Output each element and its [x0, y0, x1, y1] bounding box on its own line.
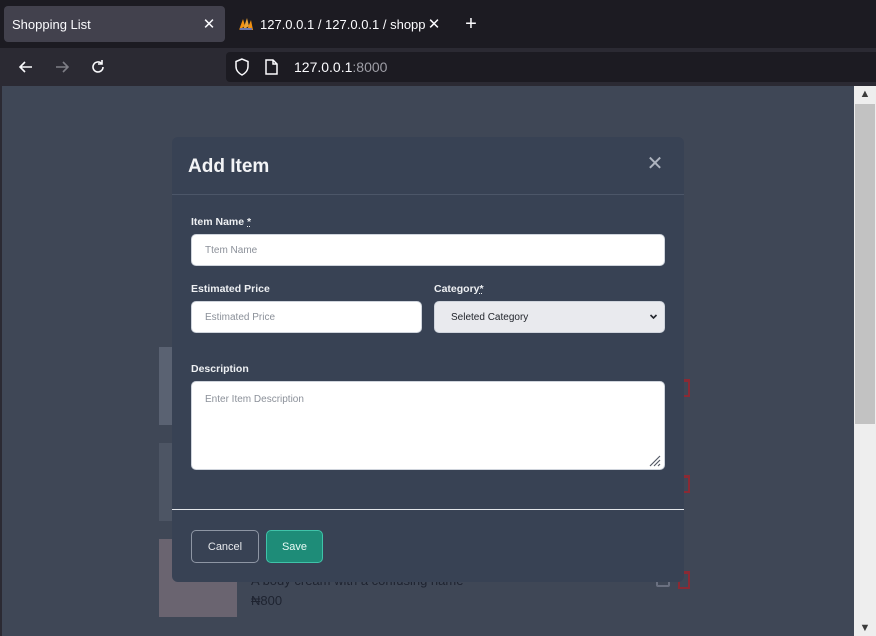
reload-icon[interactable] — [86, 56, 110, 78]
chevron-down-icon — [649, 312, 658, 323]
tab-shopping-list[interactable]: Shopping List ✕ — [4, 6, 225, 42]
shield-icon[interactable] — [234, 58, 252, 76]
label-text: Item Name — [191, 216, 245, 228]
tab-strip: Shopping List ✕ 127.0.0.1 / 127.0.0.1 / … — [0, 0, 876, 48]
description-label: Description — [191, 363, 249, 375]
new-tab-plus-icon[interactable]: + — [461, 14, 481, 34]
estimated-price-label: Estimated Price — [191, 283, 270, 295]
scroll-down-arrow-icon[interactable]: ▼ — [854, 620, 876, 636]
scroll-up-arrow-icon[interactable]: ▲ — [854, 86, 876, 102]
item-price: ₦800 — [251, 593, 283, 608]
item-name-input[interactable] — [191, 234, 665, 266]
required-mark: * — [479, 283, 484, 295]
url-bar[interactable]: 127.0.0.1:8000 — [226, 52, 876, 82]
url-port: :8000 — [352, 59, 388, 75]
category-selected-value: Seleted Category — [451, 311, 529, 323]
scroll-thumb[interactable] — [855, 104, 875, 424]
tab-title: 127.0.0.1 / 127.0.0.1 / shopping_ — [260, 16, 426, 32]
category-label: Category* — [434, 283, 484, 295]
save-button[interactable]: Save — [266, 530, 323, 563]
resize-grip-icon[interactable] — [647, 453, 661, 467]
page-document-icon[interactable] — [264, 58, 282, 76]
tab-phpmyadmin[interactable]: 127.0.0.1 / 127.0.0.1 / shopping_ ✕ — [230, 6, 450, 42]
url-host: 127.0.0.1 — [294, 59, 353, 75]
back-arrow-icon[interactable] — [14, 56, 38, 78]
required-mark: * — [247, 216, 252, 228]
close-tab-icon[interactable]: ✕ — [201, 16, 217, 33]
modal-title: Add Item — [188, 156, 270, 177]
label-text: Category — [434, 283, 480, 295]
close-tab-icon[interactable]: ✕ — [426, 16, 442, 33]
estimated-price-input[interactable] — [191, 301, 422, 333]
phpmyadmin-favicon-icon — [238, 16, 254, 32]
forward-arrow-icon[interactable] — [50, 56, 74, 78]
description-textarea[interactable] — [191, 381, 665, 470]
modal-header: Add Item ✕ — [172, 137, 684, 195]
add-item-modal: Add Item ✕ — [172, 137, 684, 582]
navigation-bar: 127.0.0.1:8000 — [0, 48, 876, 86]
tab-title: Shopping List — [12, 16, 91, 32]
cancel-button[interactable]: Cancel — [191, 530, 259, 563]
item-name-label: Item Name * — [191, 216, 251, 228]
category-select[interactable]: Seleted Category — [434, 301, 665, 333]
modal-footer-divider — [172, 509, 684, 510]
close-icon[interactable]: ✕ — [646, 154, 664, 174]
page-scrollbar[interactable]: ▲ ▼ — [854, 86, 876, 636]
